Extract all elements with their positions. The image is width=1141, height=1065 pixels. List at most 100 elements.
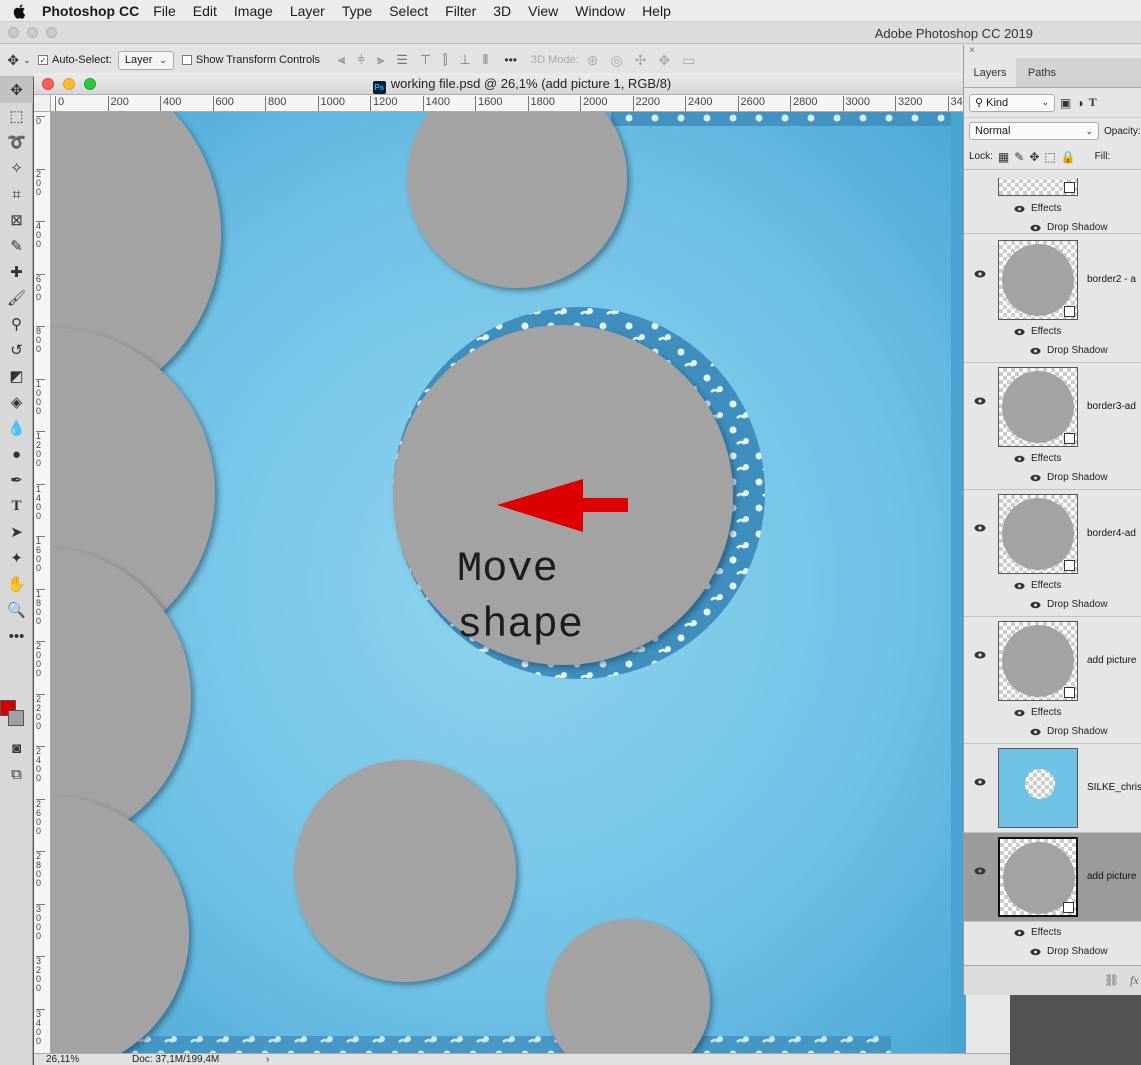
drag-3d-icon[interactable]: ✣ — [635, 52, 647, 69]
horizontal-ruler[interactable]: 0 200 400 600 800 1000 1200 1400 1600 1800 2000 220… — [51, 95, 1010, 112]
lock-artboard-icon[interactable]: ⬚ — [1044, 150, 1055, 164]
lock-image-icon[interactable]: ✎ — [1014, 150, 1024, 164]
dodge-tool-icon[interactable]: ● — [0, 441, 33, 467]
eraser-tool-icon[interactable]: ◩ — [0, 363, 33, 389]
distribute-horizontal-icon[interactable]: ☰ — [396, 52, 408, 68]
paint-bucket-tool-icon[interactable]: ◈ — [0, 389, 33, 415]
menu-view[interactable]: View — [528, 3, 558, 19]
eye-icon[interactable] — [1030, 728, 1041, 736]
fx-icon[interactable]: fx — [1130, 973, 1139, 988]
scale-3d-icon[interactable]: ▭ — [682, 52, 695, 69]
blend-mode-dropdown[interactable]: Normal ⌄ — [969, 122, 1099, 140]
auto-select-checkbox[interactable]: ✓ — [38, 55, 48, 65]
menu-select[interactable]: Select — [389, 3, 428, 19]
zoom-level[interactable]: 26,11% — [46, 1054, 79, 1065]
document-close-button[interactable] — [42, 78, 54, 90]
screen-mode-icon[interactable]: ⧉ — [0, 761, 33, 787]
app-zoom-button[interactable] — [46, 27, 57, 38]
menu-edit[interactable]: Edit — [193, 3, 217, 19]
layer-row[interactable]: border3-ad Effects Drop Shadow — [964, 363, 1141, 490]
filter-kind-dropdown[interactable]: ⚲ Kind ⌄ — [969, 93, 1055, 112]
eye-icon[interactable] — [1014, 709, 1025, 717]
effects-row[interactable]: Effects — [1014, 453, 1061, 464]
magic-wand-tool-icon[interactable]: ✧ — [0, 155, 33, 181]
layer-row[interactable]: SILKE_chris — [964, 744, 1141, 833]
tool-preset-picker[interactable]: ✥ ⌄ — [0, 52, 38, 69]
eye-icon[interactable] — [974, 650, 986, 660]
drop-shadow-row[interactable]: Drop Shadow — [1030, 472, 1108, 483]
lock-transparent-icon[interactable]: ▦ — [998, 150, 1009, 164]
lock-position-icon[interactable]: ✥ — [1029, 150, 1039, 164]
quick-mask-icon[interactable]: ◙ — [0, 735, 33, 761]
apple-icon[interactable] — [12, 3, 28, 19]
menu-filter[interactable]: Filter — [445, 3, 476, 19]
menu-image[interactable]: Image — [234, 3, 273, 19]
orbit-3d-icon[interactable]: ⊛ — [587, 52, 599, 69]
layer-name[interactable]: add picture — [1087, 871, 1136, 882]
app-minimize-button[interactable] — [27, 27, 38, 38]
drop-shadow-row[interactable]: Drop Shadow — [1030, 599, 1108, 610]
align-vertical-centers-icon[interactable]: ⫿ — [443, 52, 447, 68]
eye-icon[interactable] — [1014, 328, 1025, 336]
eye-icon[interactable] — [974, 269, 986, 279]
healing-brush-tool-icon[interactable]: ✚ — [0, 259, 33, 285]
eye-icon[interactable] — [974, 777, 986, 787]
history-brush-tool-icon[interactable]: ↺ — [0, 337, 33, 363]
effects-row[interactable]: Effects — [1014, 707, 1061, 718]
eye-icon[interactable] — [1014, 205, 1025, 213]
app-name-menu[interactable]: Photoshop CC — [42, 3, 139, 19]
layer-row[interactable]: Effects Drop Shadow — [964, 178, 1141, 234]
drop-shadow-row[interactable]: Drop Shadow — [1030, 345, 1108, 356]
document-minimize-button[interactable] — [63, 78, 75, 90]
effects-row[interactable]: Effects — [1014, 326, 1061, 337]
pen-tool-icon[interactable]: ✒ — [0, 467, 33, 493]
eyedropper-tool-icon[interactable]: ✎ — [0, 233, 33, 259]
layer-row[interactable]: add picture Effects Drop Shadow — [964, 617, 1141, 744]
lock-all-icon[interactable]: 🔒 — [1061, 150, 1076, 164]
layer-name[interactable]: border2 - a — [1087, 274, 1136, 285]
custom-shape-tool-icon[interactable]: ✦ — [0, 545, 33, 571]
path-selection-tool-icon[interactable]: ➤ — [0, 519, 33, 545]
layer-row[interactable]: border4-ad Effects Drop Shadow — [964, 490, 1141, 617]
align-bottom-edges-icon[interactable]: ⊥ — [459, 52, 470, 68]
marquee-tool-icon[interactable]: ⬚ — [0, 103, 33, 129]
eye-icon[interactable] — [1030, 948, 1041, 956]
align-horizontal-centers-icon[interactable]: ⫩ — [357, 52, 364, 68]
roll-3d-icon[interactable]: ◎ — [610, 52, 622, 69]
effects-row[interactable]: Effects — [1014, 203, 1061, 214]
eye-icon[interactable] — [1014, 582, 1025, 590]
eye-icon[interactable] — [1030, 474, 1041, 482]
zoom-tool-icon[interactable]: 🔍 — [0, 597, 33, 623]
menu-3d[interactable]: 3D — [493, 3, 511, 19]
hand-tool-icon[interactable]: ✋ — [0, 571, 33, 597]
eye-icon[interactable] — [974, 396, 986, 406]
frame-tool-icon[interactable]: ⊠ — [0, 207, 33, 233]
menu-help[interactable]: Help — [642, 3, 671, 19]
filter-adjustment-icon[interactable]: ◑ — [1076, 96, 1083, 110]
blur-tool-icon[interactable]: 💧 — [0, 415, 33, 441]
more-tools-icon[interactable]: ••• — [0, 623, 33, 649]
type-tool-icon[interactable]: T — [0, 493, 33, 519]
menu-file[interactable]: File — [153, 3, 176, 19]
drop-shadow-row[interactable]: Drop Shadow — [1030, 726, 1108, 737]
drop-shadow-row[interactable]: Drop Shadow — [1030, 946, 1108, 957]
layer-row[interactable]: border2 - a Effects Drop Shadow — [964, 236, 1141, 363]
eye-icon[interactable] — [1030, 347, 1041, 355]
filter-pixel-icon[interactable]: ▣ — [1060, 96, 1071, 110]
more-options-button[interactable]: ••• — [504, 53, 517, 67]
show-transform-checkbox[interactable] — [181, 55, 192, 65]
eye-icon[interactable] — [1014, 929, 1025, 937]
menu-layer[interactable]: Layer — [290, 3, 325, 19]
layer-name[interactable]: add picture — [1087, 655, 1136, 666]
layer-name[interactable]: border4-ad — [1087, 528, 1136, 539]
app-close-button[interactable] — [8, 27, 19, 38]
eye-icon[interactable] — [974, 866, 986, 876]
eye-icon[interactable] — [1030, 224, 1041, 232]
auto-select-target-dropdown[interactable]: Layer ⌄ — [117, 50, 174, 70]
effects-row[interactable]: Effects — [1014, 927, 1061, 938]
document-canvas[interactable]: Move shape — [51, 112, 966, 1053]
status-info-menu[interactable]: › — [266, 1054, 269, 1065]
link-layers-icon[interactable]: ⛓ — [1104, 973, 1119, 987]
tab-layers[interactable]: Layers — [964, 58, 1016, 87]
align-left-edges-icon[interactable]: ⫷ — [338, 52, 345, 68]
